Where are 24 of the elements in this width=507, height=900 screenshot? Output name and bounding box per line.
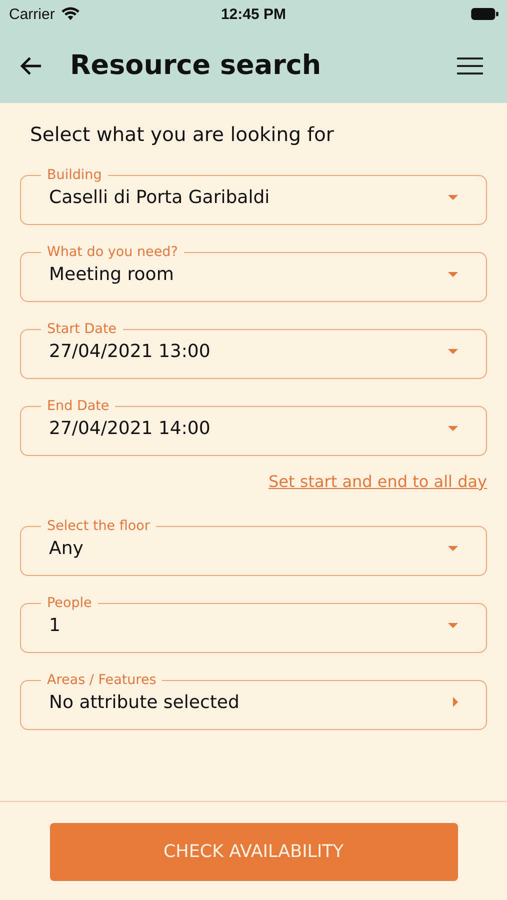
section-heading: Select what you are looking for <box>30 123 335 146</box>
caret-down-icon <box>448 272 458 276</box>
back-arrow-icon <box>20 56 42 76</box>
caret-down-icon <box>448 546 458 550</box>
back-button[interactable] <box>20 56 42 76</box>
page-title: Resource search <box>70 50 322 81</box>
battery-icon <box>471 8 499 20</box>
caret-down-icon <box>448 622 458 628</box>
caret-down-icon <box>448 348 458 354</box>
menu-button[interactable] <box>457 56 483 74</box>
status-time: 12:45 PM <box>220 6 288 22</box>
dropdown-field[interactable]: What do you need? Meeting room <box>20 244 487 302</box>
dropdown-field[interactable]: Building Caselli di Porta Garibaldi <box>20 167 487 225</box>
dropdown-field[interactable]: Select the floor Any <box>20 518 487 576</box>
caret-down-icon <box>448 194 458 200</box>
caret-down-icon <box>448 426 458 430</box>
carrier-name: Carrier <box>9 6 55 22</box>
selector-field[interactable]: Areas / Features No attribute selected <box>20 672 487 730</box>
menu-icon <box>457 56 483 74</box>
dropdown-field[interactable]: End Date 27/04/2021 14:00 <box>20 398 487 456</box>
dropdown-field[interactable]: People 1 <box>20 595 487 653</box>
wifi-icon <box>60 7 80 21</box>
dropdown-field[interactable]: Start Date 27/04/2021 13:00 <box>20 321 487 379</box>
caret-right-icon <box>453 697 458 707</box>
